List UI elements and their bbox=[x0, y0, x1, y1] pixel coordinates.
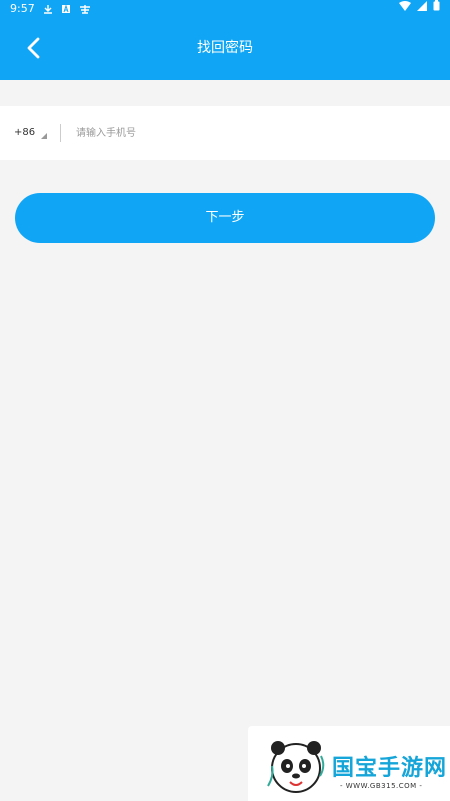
panda-logo-icon bbox=[267, 741, 325, 793]
wifi-icon bbox=[399, 0, 411, 11]
divider bbox=[60, 124, 61, 142]
watermark-logo: 国宝手游网 - WWW.GB315.COM - bbox=[248, 726, 450, 801]
dropdown-triangle-icon bbox=[41, 133, 48, 139]
watermark-brand: 国宝手游网 bbox=[332, 756, 448, 781]
back-arrow-icon bbox=[27, 37, 40, 59]
header-bar: 9:57 找回密码 bbox=[0, 0, 450, 80]
a-box-icon bbox=[61, 4, 71, 14]
phone-number-input[interactable] bbox=[76, 123, 436, 143]
phone-input-row: +86 bbox=[0, 106, 450, 160]
next-button[interactable]: 下一步 bbox=[15, 193, 435, 243]
signal-icon bbox=[417, 0, 427, 11]
status-left: 9:57 bbox=[10, 0, 91, 18]
page-title: 找回密码 bbox=[197, 40, 253, 56]
battery-icon bbox=[433, 0, 440, 11]
country-code-selector[interactable]: +86 bbox=[14, 106, 48, 160]
download-icon bbox=[43, 4, 53, 14]
country-code-value: +86 bbox=[14, 127, 36, 138]
nav-bar: 找回密码 bbox=[0, 22, 450, 74]
watermark-url: - WWW.GB315.COM - bbox=[340, 782, 423, 790]
back-button[interactable] bbox=[20, 34, 48, 62]
app-badge-icon bbox=[79, 4, 91, 14]
status-time: 9:57 bbox=[10, 2, 35, 15]
status-bar: 9:57 bbox=[0, 0, 450, 18]
status-right bbox=[399, 0, 440, 11]
